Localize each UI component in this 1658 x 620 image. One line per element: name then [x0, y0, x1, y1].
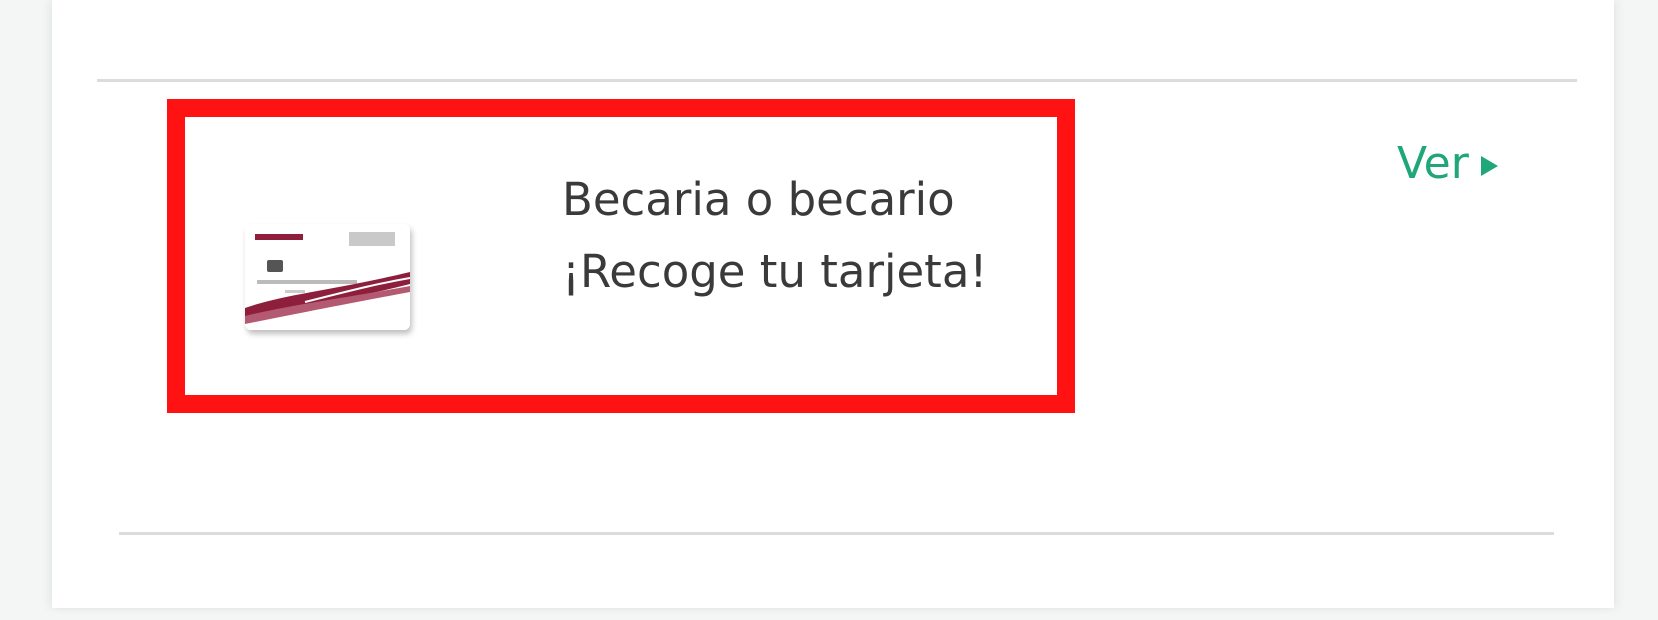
play-arrow-icon: [1480, 155, 1498, 176]
highlight-box: [167, 99, 1075, 413]
content-panel: Becaria o becario ¡Recoge tu tarjeta! Ve…: [52, 0, 1614, 608]
ver-link-label: Ver: [1397, 138, 1469, 189]
page: Becaria o becario ¡Recoge tu tarjeta! Ve…: [0, 0, 1658, 620]
ver-link[interactable]: Ver: [1397, 138, 1498, 189]
divider-top: [97, 79, 1577, 82]
divider-bottom: [119, 532, 1554, 535]
